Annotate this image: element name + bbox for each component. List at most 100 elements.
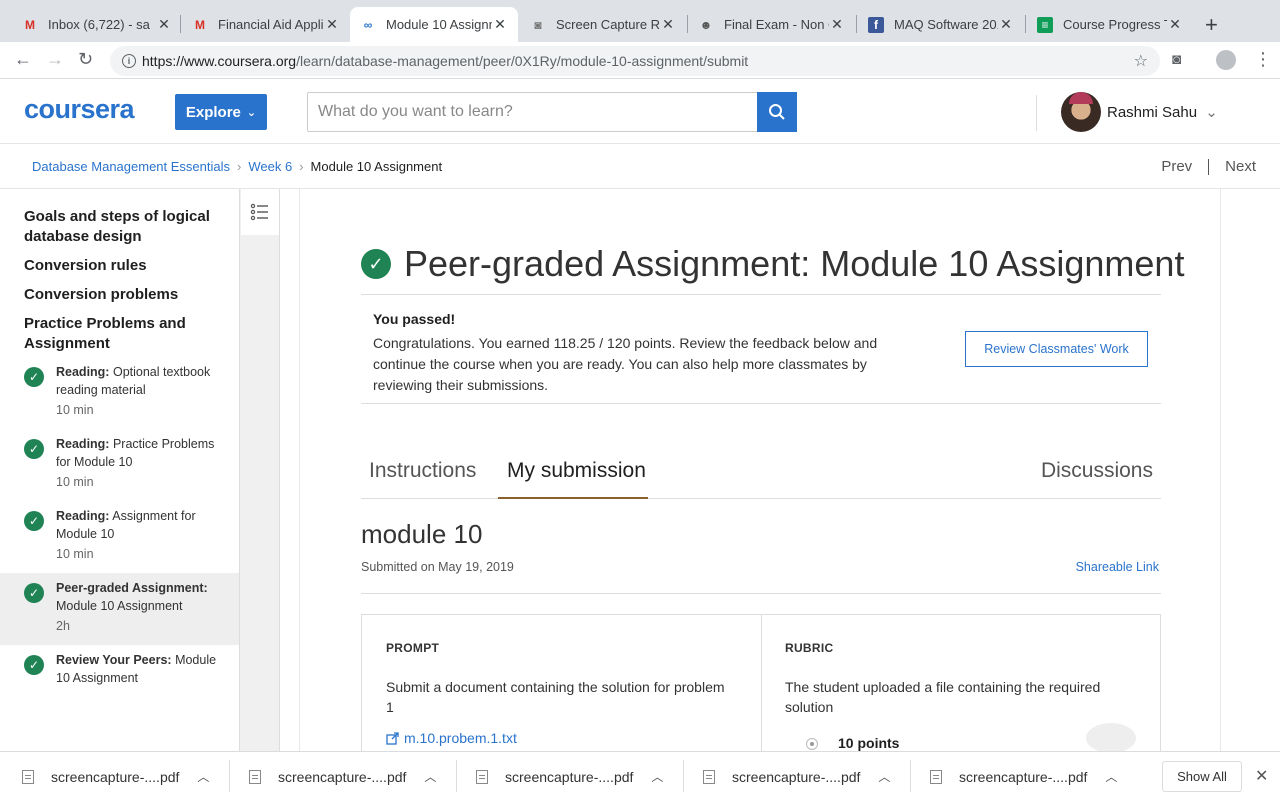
search-button[interactable]	[757, 92, 797, 132]
camera-icon[interactable]: ◙	[1172, 51, 1181, 68]
user-menu[interactable]: Rashmi Sahu ⌄	[1107, 103, 1218, 121]
download-filename: screencapture-....pdf	[278, 768, 407, 785]
page-title: ✓ Peer-graded Assignment: Module 10 Assi…	[361, 243, 1184, 285]
download-item[interactable]: screencapture-....pdf ︿	[249, 752, 436, 801]
browser-tab[interactable]: f MAQ Software 201 ✕	[858, 7, 1024, 42]
main-content: ✓ Peer-graded Assignment: Module 10 Assi…	[299, 189, 1221, 755]
sidebar-item-peer-assignment[interactable]: ✓ Peer-graded Assignment: Module 10 Assi…	[0, 573, 239, 645]
close-icon[interactable]: ✕	[156, 16, 172, 33]
item-duration: 10 min	[56, 547, 94, 561]
browser-tab-active[interactable]: ∞ Module 10 Assignm ✕	[350, 7, 518, 42]
check-icon: ✓	[24, 439, 44, 459]
chevron-up-icon[interactable]: ︿	[1105, 768, 1117, 785]
prev-next-nav: Prev Next	[1161, 158, 1256, 175]
pass-banner: You passed! Congratulations. You earned …	[361, 294, 1161, 404]
explore-label: Explore	[185, 103, 241, 121]
close-icon[interactable]: ✕	[324, 16, 340, 33]
close-icon[interactable]: ✕	[660, 16, 676, 33]
download-item[interactable]: screencapture-....pdf ︿	[703, 752, 890, 801]
download-filename: screencapture-....pdf	[505, 768, 634, 785]
review-classmates-button[interactable]: Review Classmates' Work	[965, 331, 1148, 367]
forward-icon[interactable]: →	[46, 49, 64, 70]
show-all-button[interactable]: Show All	[1162, 761, 1242, 792]
file-icon	[22, 769, 34, 784]
submission-date: Submitted on May 19, 2019	[361, 560, 514, 574]
chevron-up-icon[interactable]: ︿	[197, 768, 209, 785]
browser-tab-strip: M Inbox (6,722) - sa ✕ M Financial Aid A…	[0, 0, 1280, 42]
item-type: Reading:	[56, 509, 110, 523]
prev-link[interactable]: Prev	[1161, 158, 1192, 175]
chevron-up-icon[interactable]: ︿	[878, 768, 890, 785]
coursera-icon: ∞	[363, 17, 373, 32]
gmail-icon: M	[25, 17, 35, 32]
avatar[interactable]	[1061, 92, 1101, 132]
tab-title: Module 10 Assignm	[386, 17, 492, 32]
sidebar-item-reading[interactable]: ✓ Reading: Assignment for Module 10 10 m…	[0, 507, 239, 569]
prompt-heading: PROMPT	[386, 641, 440, 655]
sidebar-section[interactable]: Goals and steps of logical database desi…	[0, 207, 239, 247]
sidebar-section[interactable]: Practice Problems and Assignment	[0, 314, 239, 354]
check-icon: ✓	[24, 367, 44, 387]
download-item[interactable]: screencapture-....pdf ︿	[476, 752, 663, 801]
download-item[interactable]: screencapture-....pdf ︿	[930, 752, 1117, 801]
course-sidebar: Goals and steps of logical database desi…	[0, 189, 240, 751]
menu-dots-icon[interactable]: ⋮	[1254, 49, 1272, 70]
star-icon[interactable]: ☆	[1134, 51, 1148, 71]
next-link[interactable]: Next	[1225, 158, 1256, 175]
outline-toggle-button[interactable]	[241, 189, 279, 235]
sidebar-item-review-peers[interactable]: ✓ Review Your Peers: Module 10 Assignmen…	[0, 651, 239, 697]
item-duration: 10 min	[56, 475, 94, 489]
check-icon: ✓	[24, 655, 44, 675]
browser-tab[interactable]: M Financial Aid Appli ✕	[182, 7, 350, 42]
browser-tab[interactable]: M Inbox (6,722) - sa ✕	[12, 7, 182, 42]
user-name: Rashmi Sahu	[1107, 104, 1198, 121]
address-bar[interactable]: i https://www.coursera.org/learn/databas…	[110, 46, 1160, 76]
download-item[interactable]: screencapture-....pdf ︿	[22, 752, 209, 801]
file-icon	[249, 769, 261, 784]
close-icon[interactable]: ✕	[1255, 766, 1268, 786]
close-icon[interactable]: ✕	[829, 16, 845, 33]
close-icon[interactable]: ✕	[1167, 16, 1183, 33]
breadcrumb-week[interactable]: Week 6	[248, 159, 292, 174]
chevron-up-icon[interactable]: ︿	[651, 768, 663, 785]
file-link[interactable]: m.10.probem.1.txt	[386, 730, 517, 746]
browser-tab[interactable]: ◙ Screen Capture Re ✕	[520, 7, 686, 42]
info-icon[interactable]: i	[122, 54, 136, 68]
item-type: Reading:	[56, 437, 110, 451]
browser-tab[interactable]: ☻ Final Exam - Non C ✕	[688, 7, 855, 42]
camera-icon: ◙	[534, 17, 542, 32]
search-input[interactable]: What do you want to learn?	[307, 92, 758, 132]
new-tab-icon[interactable]: +	[1205, 12, 1218, 38]
coursera-logo[interactable]: coursera	[24, 94, 135, 125]
download-filename: screencapture-....pdf	[51, 768, 180, 785]
tab-title: Financial Aid Appli	[218, 17, 324, 32]
sidebar-item-reading[interactable]: ✓ Reading: Practice Problems for Module …	[0, 435, 239, 497]
item-type: Review Your Peers:	[56, 653, 172, 667]
url-host: https://www.coursera.org	[142, 53, 297, 69]
tab-instructions[interactable]: Instructions	[369, 459, 476, 483]
gmail-icon: M	[195, 17, 205, 32]
item-duration: 2h	[56, 619, 70, 633]
sidebar-section[interactable]: Conversion rules	[0, 256, 171, 276]
tab-title: MAQ Software 201	[894, 17, 998, 32]
breadcrumb-course[interactable]: Database Management Essentials	[32, 159, 230, 174]
item-type: Peer-graded Assignment:	[56, 581, 208, 595]
shareable-link[interactable]: Shareable Link	[1076, 560, 1159, 574]
explore-button[interactable]: Explore ⌄	[175, 94, 267, 130]
profile-icon[interactable]	[1216, 50, 1236, 70]
chevron-up-icon[interactable]: ︿	[424, 768, 436, 785]
chevron-right-icon: ›	[299, 159, 304, 174]
item-title: Module 10 Assignment	[56, 599, 183, 613]
page-title-text: Peer-graded Assignment: Module 10 Assign…	[404, 243, 1185, 284]
close-icon[interactable]: ✕	[998, 16, 1014, 33]
browser-tab[interactable]: ≡ Course Progress T ✕	[1027, 7, 1193, 42]
sidebar-section[interactable]: Conversion problems	[0, 285, 202, 305]
sidebar-item-reading[interactable]: ✓ Reading: Optional textbook reading mat…	[0, 363, 239, 425]
tab-my-submission[interactable]: My submission	[507, 459, 646, 483]
tab-discussions[interactable]: Discussions	[1041, 459, 1153, 483]
close-icon[interactable]: ✕	[492, 16, 508, 33]
pass-title: You passed!	[373, 311, 456, 327]
reload-icon[interactable]: ↻	[78, 49, 93, 70]
rubric-text: The student uploaded a file containing t…	[785, 679, 1101, 715]
back-icon[interactable]: ←	[14, 49, 32, 70]
